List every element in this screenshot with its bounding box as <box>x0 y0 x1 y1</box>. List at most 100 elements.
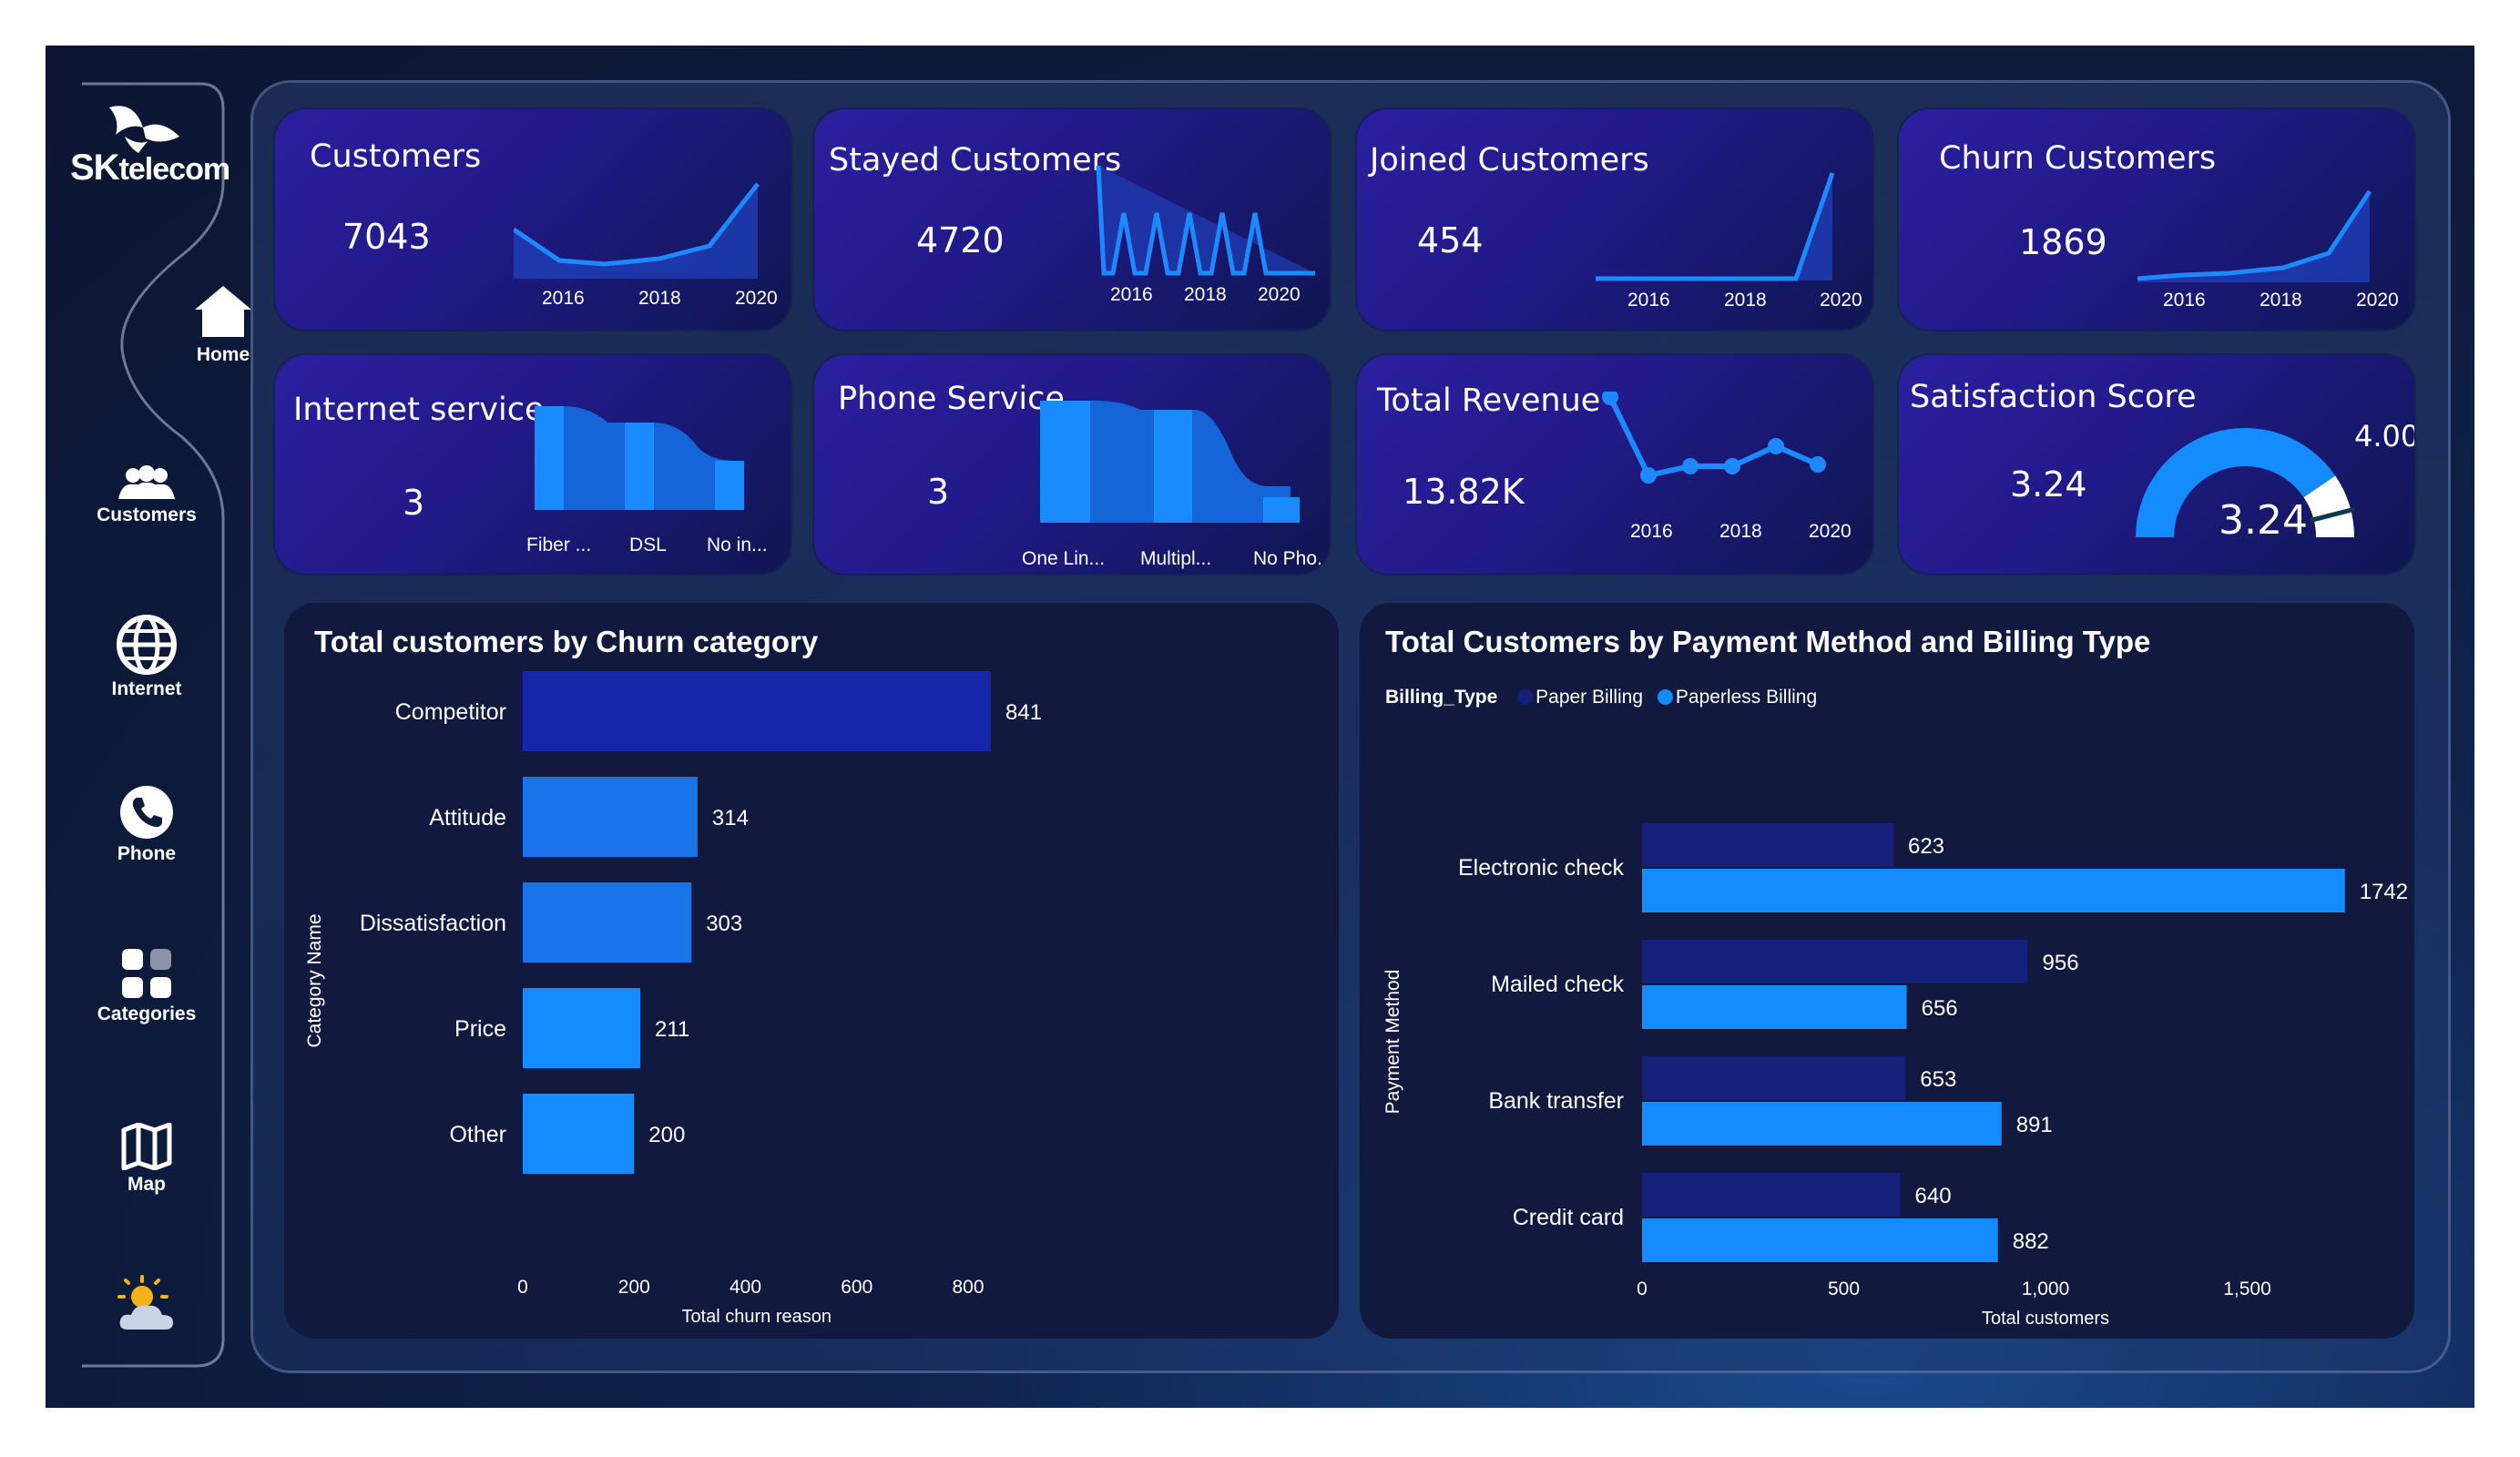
kpi-value: 4720 <box>916 220 1005 260</box>
kpi-sparkline <box>1596 172 1835 281</box>
y-axis-label: Category Name <box>304 913 325 1047</box>
data-label: 640 <box>1915 1184 1952 1208</box>
home-icon <box>195 286 251 337</box>
category-label: Bank transfer <box>1488 1088 1624 1114</box>
nav-phone-label: Phone <box>117 843 177 864</box>
dashboard-frame: SKtelecom Home Customers Internet Phone … <box>46 46 2474 1408</box>
kpi-tick: 2018 <box>638 288 681 309</box>
y-axis-label: Payment Method <box>1382 970 1403 1115</box>
kpi-title: Customers <box>310 138 482 175</box>
kpi-tick: DSL <box>629 535 667 555</box>
kpi-value: 7043 <box>342 217 431 257</box>
kpi-tick: 2016 <box>1627 290 1670 311</box>
kpi-value: 13.82K <box>1403 472 1525 512</box>
kpi-sparkline <box>1096 165 1315 276</box>
kpi-title: Total Revenue <box>1377 382 1601 419</box>
kpi-value: 3 <box>927 472 950 512</box>
kpi-tick: One Lin... <box>1022 548 1106 569</box>
nav-internet-label: Internet <box>111 678 182 699</box>
kpi-value: 3.24 <box>2010 464 2087 504</box>
kpi-tick: No in... <box>707 535 768 555</box>
nav-customers[interactable]: Customers <box>74 464 219 526</box>
kpi-tick: 2018 <box>1184 284 1227 305</box>
kpi-tick: 2020 <box>735 288 778 309</box>
kpi-value: 1869 <box>2019 222 2107 262</box>
data-label: 656 <box>1922 996 1958 1021</box>
kpi-sparkline <box>514 182 760 279</box>
kpi-title: Internet service <box>293 392 545 428</box>
kpi-sparkline <box>2137 189 2372 282</box>
kpi-title: Phone Service <box>838 381 1065 417</box>
nav-internet[interactable]: Internet <box>74 615 219 700</box>
nav-phone[interactable]: Phone <box>74 785 219 865</box>
kpi-tick: 2020 <box>1820 290 1862 311</box>
x-tick-label: 0 <box>517 1277 528 1298</box>
bar <box>523 882 692 963</box>
kpi-tick: 2016 <box>1110 284 1153 305</box>
data-label: 1742 <box>2360 880 2408 904</box>
kpi-card-customers[interactable]: Customers 7043 2016 2018 2020 <box>275 109 791 330</box>
x-tick-label: 400 <box>729 1277 761 1298</box>
bar <box>1642 869 2345 912</box>
kpi-tick: 2020 <box>1258 284 1301 305</box>
nav-weather[interactable] <box>74 1275 219 1333</box>
sk-butterfly-icon <box>109 106 179 153</box>
data-label: 891 <box>2016 1113 2053 1137</box>
nav-map[interactable]: Map <box>74 1123 219 1196</box>
kpi-tick: No Pho... <box>1253 548 1330 569</box>
data-label: 956 <box>2043 951 2079 975</box>
category-label: Price <box>454 1016 506 1042</box>
users-icon <box>118 465 175 499</box>
bar <box>523 671 992 751</box>
category-label: Mailed check <box>1491 972 1624 997</box>
bar <box>1642 940 2028 983</box>
data-label: 623 <box>1908 834 1944 859</box>
data-label: 314 <box>712 806 749 830</box>
kpi-line-chart <box>1602 392 1826 484</box>
bar <box>1642 823 1893 867</box>
x-axis-label: Total churn reason <box>681 1307 831 1327</box>
bar <box>1642 985 1907 1029</box>
bar <box>523 1094 635 1174</box>
kpi-card-internet-service[interactable]: Internet service 3 Fiber ... DSL No in..… <box>275 355 791 574</box>
kpi-tick: 2018 <box>1724 290 1767 311</box>
kpi-card-stayed-customers[interactable]: Stayed Customers 4720 2016 2018 2020 <box>814 109 1330 330</box>
kpi-card-joined-customers[interactable]: Joined Customers 454 2016 2018 2020 <box>1357 109 1872 330</box>
bar <box>1642 1218 1998 1262</box>
kpi-tick: 2016 <box>542 288 585 309</box>
nav-map-label: Map <box>128 1174 166 1195</box>
data-label: 200 <box>648 1123 685 1147</box>
nav-categories-label: Categories <box>97 1004 197 1024</box>
category-label: Dissatisfaction <box>360 911 506 936</box>
category-label: Other <box>449 1122 506 1147</box>
nav-categories[interactable]: Categories <box>74 947 219 1025</box>
kpi-card-churn-customers[interactable]: Churn Customers 1869 2016 2018 2020 <box>1899 109 2414 330</box>
gauge-center-value: 3.24 <box>2219 497 2308 544</box>
kpi-tick: 2018 <box>2260 290 2302 311</box>
kpi-title: Churn Customers <box>1939 140 2217 177</box>
data-label: 882 <box>2013 1229 2049 1254</box>
kpi-card-phone-service[interactable]: Phone Service 3 One Lin... Multipl... No… <box>814 355 1330 574</box>
nav-customers-label: Customers <box>97 504 197 525</box>
category-label: Credit card <box>1513 1205 1624 1230</box>
sidebar-outline <box>82 82 225 1368</box>
kpi-card-satisfaction-score[interactable]: Satisfaction Score 3.24 3.24 4.00 <box>1899 355 2414 574</box>
churn-category-panel: Total customers by Churn category Compet… <box>284 603 1339 1339</box>
kpi-title: Stayed Customers <box>829 142 1122 178</box>
kpi-tick: 2016 <box>2163 290 2206 311</box>
kpi-area-chart <box>535 406 744 510</box>
sidebar: SKtelecom Home Customers Internet Phone … <box>46 46 269 1408</box>
x-tick-label: 600 <box>841 1277 872 1298</box>
weather-icon <box>117 1275 173 1330</box>
kpi-tick: 2020 <box>2356 290 2399 311</box>
kpi-card-total-revenue[interactable]: Total Revenue 13.82K 2016 2018 2020 <box>1357 355 1872 574</box>
kpi-tick: Fiber ... <box>526 535 592 555</box>
sk-telecom-logo: SKtelecom <box>56 100 248 219</box>
globe-icon <box>117 615 177 675</box>
x-tick-label: 0 <box>1637 1279 1648 1299</box>
grid-icon <box>122 949 171 998</box>
x-tick-label: 500 <box>1828 1279 1860 1299</box>
gauge-max-label: 4.00 <box>2354 419 2414 453</box>
x-tick-label: 1,500 <box>2223 1279 2271 1299</box>
bar <box>523 777 698 857</box>
